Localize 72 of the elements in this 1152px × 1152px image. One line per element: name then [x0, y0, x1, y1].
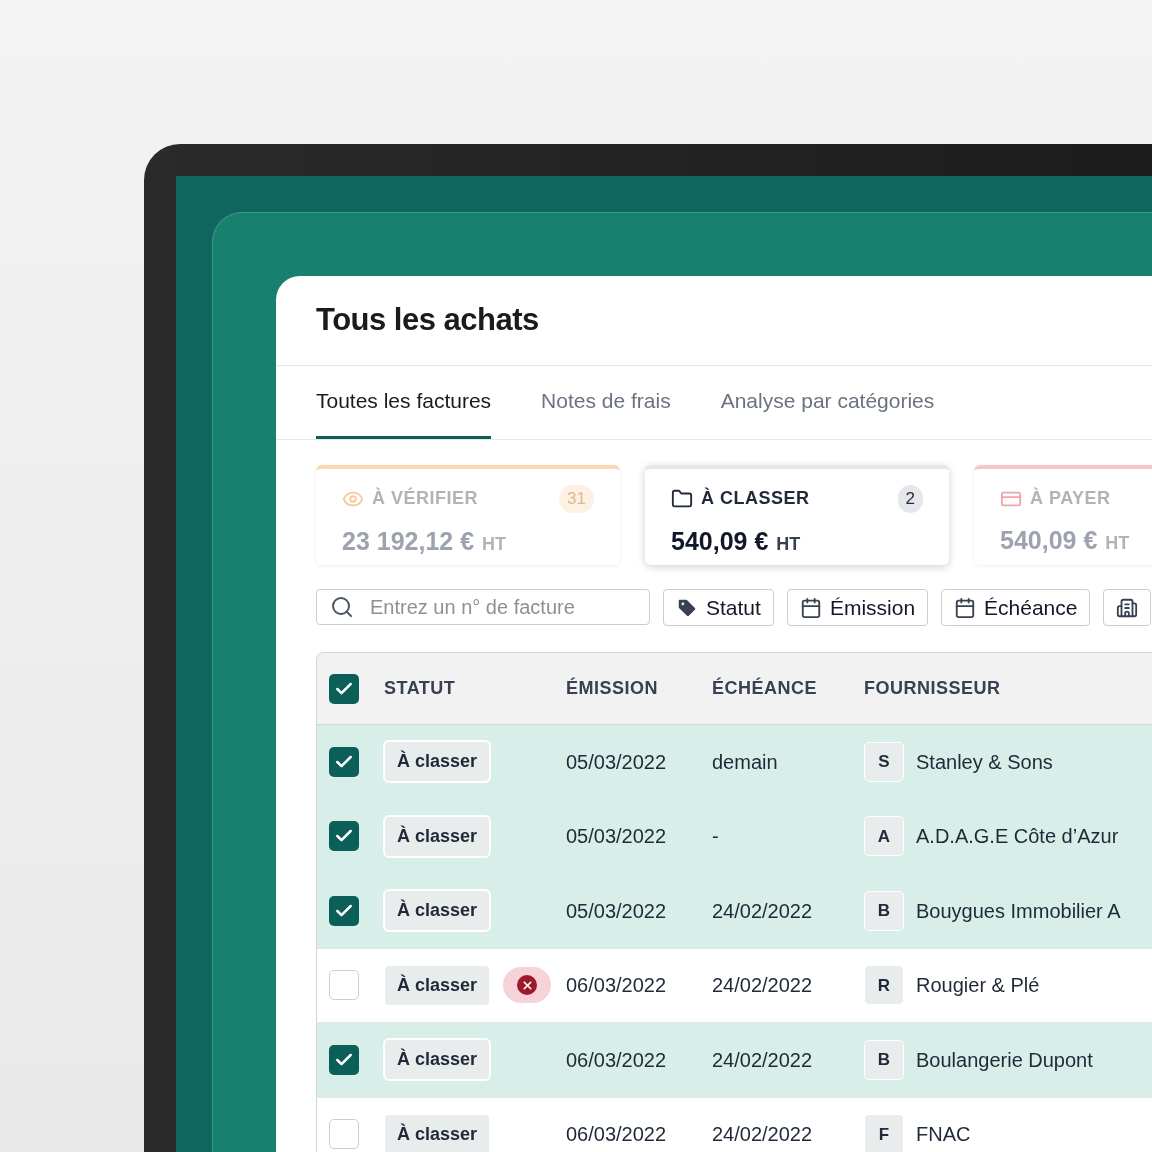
building-icon	[1116, 596, 1139, 619]
table-row[interactable]: À classer 05/03/2022 - A A.D.A.G.E Côte d’Azur	[317, 799, 1152, 874]
page-title: Tous les achats	[316, 301, 539, 340]
calendar-icon	[799, 596, 822, 619]
count-badge: 31	[559, 485, 594, 513]
supplier-initial: S	[864, 741, 904, 782]
status-badge: À classer	[383, 1112, 492, 1152]
table-cell-text: 06/03/2022	[566, 973, 668, 999]
table-cell-text: Rougier & Plé	[916, 973, 1040, 999]
table-cell-text: 06/03/2022	[566, 1047, 668, 1073]
checkbox[interactable]	[329, 821, 359, 852]
table-row[interactable]: À classer 05/03/2022 demain S Stanley & Sons	[317, 725, 1152, 800]
card-label: À PAYER	[1030, 486, 1111, 510]
table-cell-text: 24/02/2022	[712, 1047, 814, 1073]
table-cell-text: Bouygues Immobilier A	[916, 898, 1121, 924]
filter-button[interactable]	[1103, 589, 1152, 626]
card-label: À CLASSER	[701, 486, 810, 511]
column-header: ÉMISSION	[566, 676, 659, 700]
table-cell-text: demain	[712, 749, 779, 775]
card-label: À VÉRIFIER	[372, 486, 478, 511]
column-header: STATUT	[383, 677, 457, 700]
status-badge: À classer	[383, 740, 492, 784]
card-amount: 540,09 €	[671, 525, 769, 557]
table-cell-text: FNAC	[916, 1122, 971, 1148]
checkbox[interactable]	[329, 1044, 359, 1075]
table-cell-text: Stanley & Sons	[916, 749, 1053, 775]
tab[interactable]: Toutes les factures	[316, 366, 492, 439]
checkbox[interactable]	[329, 895, 359, 926]
filter-button[interactable]: Statut	[663, 589, 774, 626]
tab[interactable]: Notes de frais	[541, 366, 671, 439]
status-badge: À classer	[383, 889, 492, 933]
table-cell-text: 24/02/2022	[712, 1122, 814, 1148]
card-unit: HT	[776, 532, 801, 556]
table-cell-text: 05/03/2022	[566, 749, 668, 775]
status-badge: À classer	[383, 1038, 492, 1082]
table-cell-text: Boulangerie Dupont	[916, 1047, 1093, 1073]
checkbox[interactable]	[329, 673, 359, 704]
table-cell-text: 05/03/2022	[566, 898, 668, 924]
status-badge: À classer	[383, 963, 492, 1007]
filter-button[interactable]: Échéance	[941, 589, 1091, 626]
summary-card[interactable]: À CLASSER 2 540,09 € HT	[645, 465, 949, 565]
card-unit: HT	[1105, 532, 1130, 555]
table-row[interactable]: À classer 06/03/2022 24/02/2022 B Boulangerie Dupont	[317, 1023, 1152, 1098]
table-cell-text: 24/02/2022	[712, 973, 814, 999]
card-unit: HT	[482, 532, 507, 556]
filter-button[interactable]: Émission	[786, 589, 929, 626]
supplier-initial: R	[864, 965, 904, 1006]
table-cell-text: A.D.A.G.E Côte d’Azur	[916, 824, 1119, 850]
supplier-initial: F	[864, 1114, 904, 1152]
supplier-initial: A	[864, 816, 904, 857]
checkbox[interactable]	[329, 1119, 359, 1150]
supplier-initial: B	[864, 890, 904, 931]
table-cell-text: 05/03/2022	[566, 824, 668, 850]
table-cell-text: -	[712, 824, 720, 850]
column-header: FOURNISSEUR	[864, 677, 1002, 700]
card-amount: 540,09 €	[1000, 525, 1098, 556]
count-badge: 2	[897, 485, 923, 513]
checkbox[interactable]	[329, 746, 359, 777]
column-header: ÉCHÉANCE	[712, 676, 818, 700]
tab[interactable]: Analyse par catégories	[720, 366, 935, 439]
tag-icon	[676, 596, 698, 619]
calendar-icon	[954, 596, 977, 619]
supplier-initial: B	[864, 1039, 904, 1080]
table-row[interactable]: À classer 05/03/2022 24/02/2022 B Bouygues Immobilier A	[317, 874, 1152, 949]
folder-icon	[671, 487, 693, 510]
table-cell-text: 06/03/2022	[566, 1122, 668, 1148]
card-amount: 23 192,12 €	[342, 525, 475, 557]
status-badge: À classer	[383, 814, 492, 858]
search-icon	[330, 595, 354, 619]
search-field[interactable]: Entrez un n° de facture	[316, 589, 650, 625]
checkbox[interactable]	[329, 970, 359, 1001]
table-cell-text: 24/02/2022	[712, 898, 814, 924]
